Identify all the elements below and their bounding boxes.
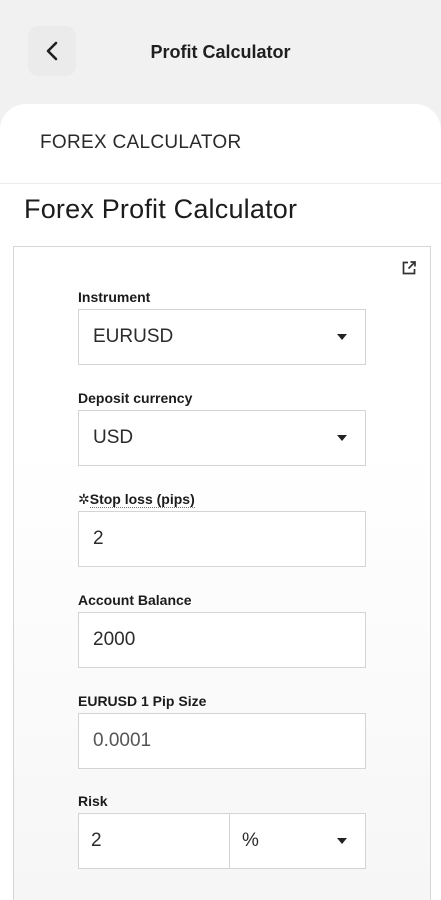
pip-size-field: 0.0001 (78, 713, 366, 769)
dropdown-caret-icon (337, 334, 347, 340)
risk-value: 2 (91, 830, 102, 851)
gear-icon: ✲ (78, 491, 90, 507)
pip-size-label: EURUSD 1 Pip Size (78, 693, 207, 709)
calculator-widget: Instrument EURUSD Deposit currency USD ✲… (13, 246, 431, 900)
calculator-heading: Forex Profit Calculator (24, 194, 298, 224)
account-balance-input[interactable]: 2000 (78, 612, 366, 668)
dropdown-caret-icon (337, 435, 347, 441)
content-sheet: FOREX CALCULATOR Forex Profit Calculator… (0, 104, 441, 900)
top-bar: Profit Calculator (0, 0, 441, 104)
risk-label: Risk (78, 793, 108, 809)
section-label: FOREX CALCULATOR (40, 132, 242, 153)
deposit-currency-label: Deposit currency (78, 390, 193, 406)
account-balance-value: 2000 (93, 629, 136, 650)
pip-size-value: 0.0001 (93, 730, 152, 751)
instrument-value: EURUSD (93, 326, 174, 347)
risk-unit-select[interactable]: % (229, 813, 366, 869)
deposit-currency-select[interactable]: USD (78, 410, 366, 466)
instrument-select[interactable]: EURUSD (78, 309, 366, 365)
dropdown-caret-icon (337, 838, 347, 844)
stop-loss-value: 2 (93, 528, 104, 549)
stop-loss-label-text[interactable]: Stop loss (pips) (89, 491, 195, 508)
risk-input[interactable]: 2 (78, 813, 230, 869)
stop-loss-input[interactable]: 2 (78, 511, 366, 567)
account-balance-label: Account Balance (78, 592, 192, 608)
risk-unit-value: % (242, 830, 259, 851)
stop-loss-label: ✲Stop loss (pips) (78, 491, 195, 508)
deposit-currency-value: USD (93, 427, 134, 448)
external-link-icon[interactable] (400, 259, 418, 277)
section-header: FOREX CALCULATOR (0, 104, 441, 184)
instrument-label: Instrument (78, 289, 151, 305)
page-title: Profit Calculator (150, 42, 291, 62)
